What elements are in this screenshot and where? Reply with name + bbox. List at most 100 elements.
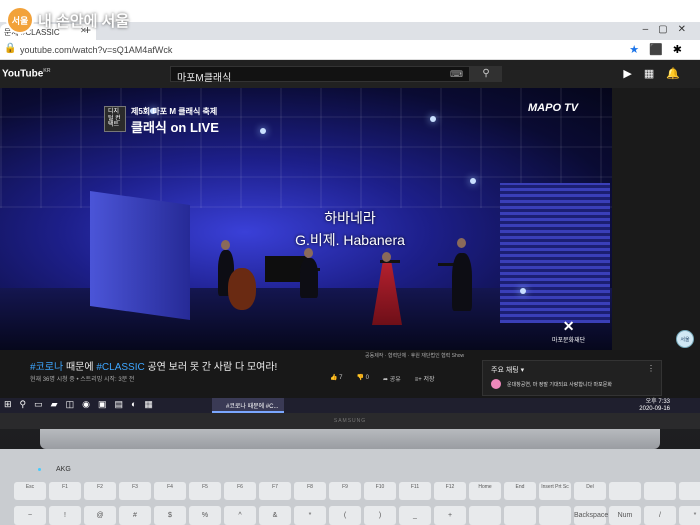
keyboard-key[interactable]: # bbox=[119, 506, 151, 525]
url-input[interactable]: youtube.com/watch?v=sQ1AM4afWck bbox=[20, 45, 172, 55]
youtube-header: YouTubeKR 마포M클래식 ⌨ ⚲ ▶▦🔔 bbox=[0, 60, 700, 88]
keyboard-key[interactable]: ( bbox=[329, 506, 361, 525]
title-text: 공연 보러 못 간 사람 다 모여라! bbox=[144, 362, 278, 373]
keyboard-key[interactable]: ^ bbox=[224, 506, 256, 525]
keyboard-key[interactable]: @ bbox=[84, 506, 116, 525]
edge-icon[interactable]: ◐ bbox=[131, 399, 144, 409]
app-icon[interactable]: ◉ bbox=[82, 399, 98, 409]
keyboard-key[interactable]: F8 bbox=[294, 482, 326, 500]
chat-message: 운대창공연, 마 정말 기대되요 사랑합니다 마포문화 bbox=[507, 382, 612, 388]
hashtag-link[interactable]: #코로나 bbox=[30, 362, 63, 373]
keyboard-key[interactable]: ! bbox=[49, 506, 81, 525]
store-icon[interactable]: ◫ bbox=[66, 399, 83, 409]
keyboard-key[interactable]: F5 bbox=[189, 482, 221, 500]
keyboard-key[interactable]: Esc bbox=[14, 482, 46, 500]
search-input[interactable]: 마포M클래식 ⌨ bbox=[170, 66, 470, 84]
keyboard-key[interactable]: Del bbox=[574, 482, 606, 500]
keyboard-key[interactable]: End bbox=[504, 482, 536, 500]
keyboard-key[interactable]: _ bbox=[399, 506, 431, 525]
video-actions: 👍 7 👎 0 ➦ 공유 ≡+ 저장 bbox=[330, 374, 434, 383]
function-key-row: Esc F1 F2 F3 F4 F5 F6 F7 F8 F9 F10 F11 F12 Home End Ins… bbox=[14, 482, 700, 500]
youtube-logo[interactable]: YouTubeKR bbox=[2, 68, 51, 79]
keyboard-key[interactable]: * bbox=[679, 506, 700, 525]
extension-icon[interactable]: ⬛ bbox=[649, 44, 673, 56]
create-video-icon[interactable]: ▶ bbox=[623, 68, 643, 80]
keyboard-key[interactable] bbox=[679, 482, 700, 500]
chat-filter-label: 주요 채팅 bbox=[491, 367, 519, 374]
bell-icon[interactable]: 🔔 bbox=[666, 68, 692, 80]
share-button[interactable]: ➦ 공유 bbox=[383, 374, 401, 383]
org-logo: ✕ 마포문화재단 bbox=[552, 318, 585, 344]
stage-light bbox=[260, 128, 266, 134]
windows-start-icon[interactable]: ⊞ bbox=[4, 399, 20, 409]
keyboard-key[interactable]: + bbox=[434, 506, 466, 525]
keyboard-key[interactable]: $ bbox=[154, 506, 186, 525]
keyboard-key[interactable]: Home bbox=[469, 482, 501, 500]
laptop-hinge bbox=[40, 429, 660, 449]
like-button[interactable]: 👍 7 bbox=[330, 374, 343, 383]
folder-icon[interactable]: ▰ bbox=[51, 399, 66, 409]
more-options-icon[interactable]: ⋮ bbox=[647, 364, 655, 373]
search-icon[interactable]: ⚲ bbox=[20, 399, 35, 409]
keyboard-key[interactable]: * bbox=[294, 506, 326, 525]
windows-taskbar: ⊞⚲▭▰◫◉▣▤◐▦ #코로나 때문에 #C... 오후 7:33 2020-0… bbox=[0, 398, 700, 413]
task-view-icon[interactable]: ▭ bbox=[34, 399, 51, 409]
keyboard-key[interactable]: F10 bbox=[364, 482, 396, 500]
hashtag-link[interactable]: #CLASSIC bbox=[96, 362, 144, 373]
laptop-screen: 문제 #CLASSIC ✕ + –▢✕ 🔒 youtube.com/watch?… bbox=[0, 0, 700, 413]
keyboard-key[interactable] bbox=[609, 482, 641, 500]
badge-title: 클래식 on LIVE bbox=[131, 120, 219, 135]
keyboard-key[interactable]: / bbox=[644, 506, 676, 525]
accordionist bbox=[452, 253, 472, 311]
keyboard-key[interactable]: F11 bbox=[399, 482, 431, 500]
address-bar-actions[interactable]: ★⬛✱ bbox=[629, 43, 692, 56]
app-icon[interactable]: ▣ bbox=[98, 399, 115, 409]
keyboard-key[interactable]: F9 bbox=[329, 482, 361, 500]
keyboard-icon[interactable]: ⌨ bbox=[450, 69, 463, 80]
bookmark-star-icon[interactable]: ★ bbox=[629, 44, 649, 56]
keyboard-key[interactable] bbox=[644, 482, 676, 500]
video-credits: 공동제작 · 협력단체 · 후원 재단법인 협력 Show bbox=[365, 353, 465, 359]
keyboard-key[interactable]: F7 bbox=[259, 482, 291, 500]
keyboard-key[interactable]: Num bbox=[609, 506, 641, 525]
stage-wall-right bbox=[500, 183, 610, 323]
keyboard-key[interactable]: F6 bbox=[224, 482, 256, 500]
puzzle-icon[interactable]: ✱ bbox=[673, 44, 692, 56]
number-key-row: ~! @ # $% ^ & *() _ + Backspace Num / * bbox=[14, 506, 700, 525]
photoshop-icon[interactable]: ▤ bbox=[114, 399, 131, 409]
keyboard-key[interactable]: % bbox=[189, 506, 221, 525]
window-controls[interactable]: –▢✕ bbox=[643, 24, 696, 35]
region-code: KR bbox=[43, 68, 51, 74]
keyboard-key[interactable]: F2 bbox=[84, 482, 116, 500]
keyboard-key[interactable]: Insert Prt Sc bbox=[539, 482, 571, 500]
keyboard-key[interactable]: F4 bbox=[154, 482, 186, 500]
title-text: 때문에 bbox=[63, 362, 97, 373]
keyboard-key[interactable]: F12 bbox=[434, 482, 466, 500]
keyboard-key[interactable]: ) bbox=[364, 506, 396, 525]
save-icon: ≡+ bbox=[414, 377, 422, 383]
system-tray-clock[interactable]: 오후 7:33 2020-09-16 bbox=[639, 399, 670, 413]
video-title: #코로나 때문에 #CLASSIC 공연 보러 못 간 사람 다 모여라! bbox=[30, 358, 277, 373]
thumbs-up-icon: 👍 bbox=[330, 375, 338, 381]
song-title-caption: 하바네라 bbox=[324, 210, 376, 226]
brand-label: SAMSUNG bbox=[333, 418, 367, 424]
app-icon[interactable]: ▦ bbox=[144, 399, 161, 409]
dislike-button[interactable]: 👎 0 bbox=[357, 374, 370, 383]
save-label: 저장 bbox=[423, 377, 435, 383]
search-button[interactable]: ⚲ bbox=[470, 66, 502, 82]
keyboard-key[interactable] bbox=[469, 506, 501, 525]
apps-grid-icon[interactable]: ▦ bbox=[644, 68, 666, 80]
keyboard-key[interactable]: & bbox=[259, 506, 291, 525]
keyboard-key[interactable] bbox=[504, 506, 536, 525]
keyboard-key[interactable]: ~ bbox=[14, 506, 46, 525]
keyboard-key[interactable]: F3 bbox=[119, 482, 151, 500]
chat-filter[interactable]: 주요 채팅 ▾ bbox=[491, 365, 524, 375]
thumbs-down-icon: 👎 bbox=[356, 375, 364, 381]
save-button[interactable]: ≡+ 저장 bbox=[415, 374, 435, 383]
clock-time: 오후 7:33 bbox=[645, 399, 670, 405]
keyboard-key[interactable]: F1 bbox=[49, 482, 81, 500]
laptop-photo: 문제 #CLASSIC ✕ + –▢✕ 🔒 youtube.com/watch?… bbox=[0, 0, 700, 525]
keyboard-key[interactable] bbox=[539, 506, 571, 525]
avatar[interactable]: 서울 bbox=[676, 330, 694, 348]
keyboard-key[interactable]: Backspace bbox=[574, 506, 608, 525]
